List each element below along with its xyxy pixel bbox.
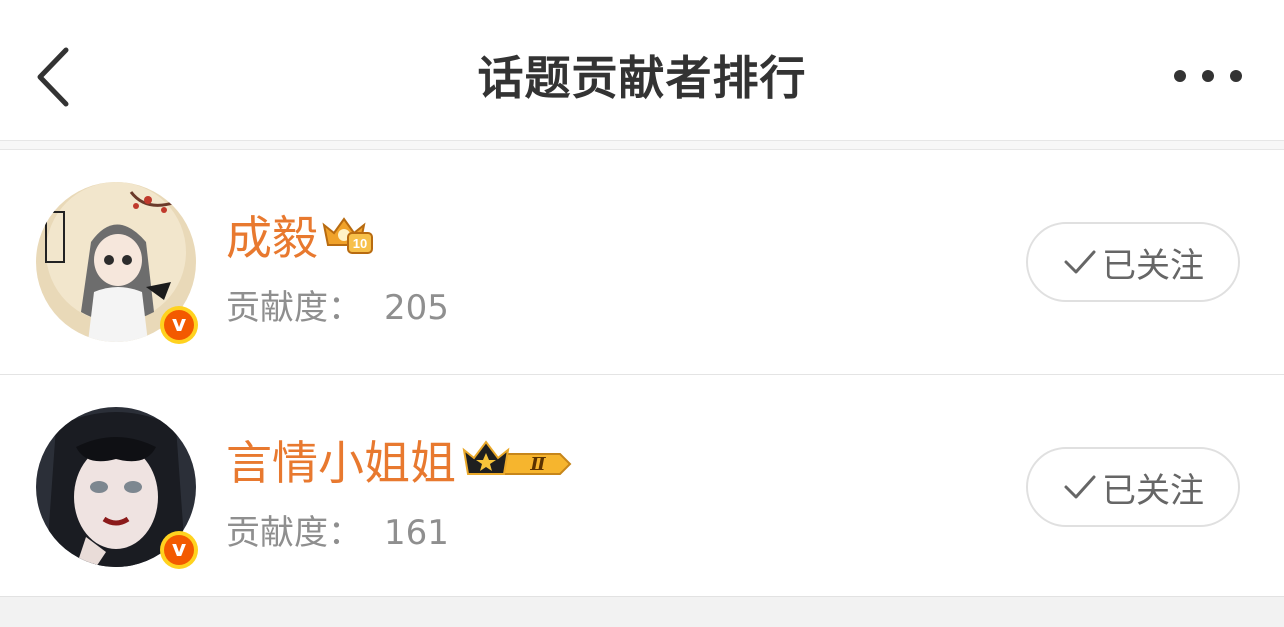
badge-level-text: Ⅱ	[529, 454, 546, 475]
following-button[interactable]: 已关注	[1026, 222, 1240, 302]
follow-button-label: 已关注	[1102, 470, 1204, 511]
more-options-button[interactable]	[1168, 58, 1248, 94]
contribution-value: 205	[384, 288, 449, 328]
header-separator	[0, 140, 1284, 150]
contributor-row[interactable]: v 言情小姐姐 Ⅱ 贡献度： 161 已关注	[0, 375, 1284, 599]
contribution-label: 贡献度：	[226, 288, 362, 328]
name-line: 成毅 10	[226, 202, 376, 268]
contribution-label: 贡献度：	[226, 513, 362, 553]
more-dots-icon	[1174, 70, 1242, 82]
page-title: 话题贡献者排行	[477, 51, 807, 105]
badge-level-text: 10	[353, 236, 367, 251]
verified-v-icon: v	[160, 531, 198, 569]
avatar[interactable]: v	[36, 407, 198, 569]
check-icon	[1064, 250, 1096, 274]
contributor-name[interactable]: 言情小姐姐	[226, 427, 456, 493]
name-line: 言情小姐姐 Ⅱ	[226, 427, 576, 493]
contributor-row[interactable]: v 成毅 10 贡献度： 205 已关注	[0, 150, 1284, 374]
contribution-score: 贡献度： 205	[226, 280, 449, 329]
following-button[interactable]: 已关注	[1026, 447, 1240, 527]
crown-level-badge-icon: 10	[322, 217, 373, 254]
verified-v-icon: v	[160, 306, 198, 344]
contribution-score: 贡献度： 161	[226, 505, 449, 554]
contribution-value: 161	[384, 513, 449, 553]
bottom-spacer	[0, 596, 1284, 627]
contributor-name[interactable]: 成毅	[226, 202, 318, 268]
top-navigation-bar: 话题贡献者排行	[0, 0, 1284, 140]
follow-button-label: 已关注	[1102, 245, 1204, 286]
crown-level-badge-icon: Ⅱ	[462, 440, 572, 475]
check-icon	[1064, 475, 1096, 499]
avatar[interactable]: v	[36, 182, 198, 344]
